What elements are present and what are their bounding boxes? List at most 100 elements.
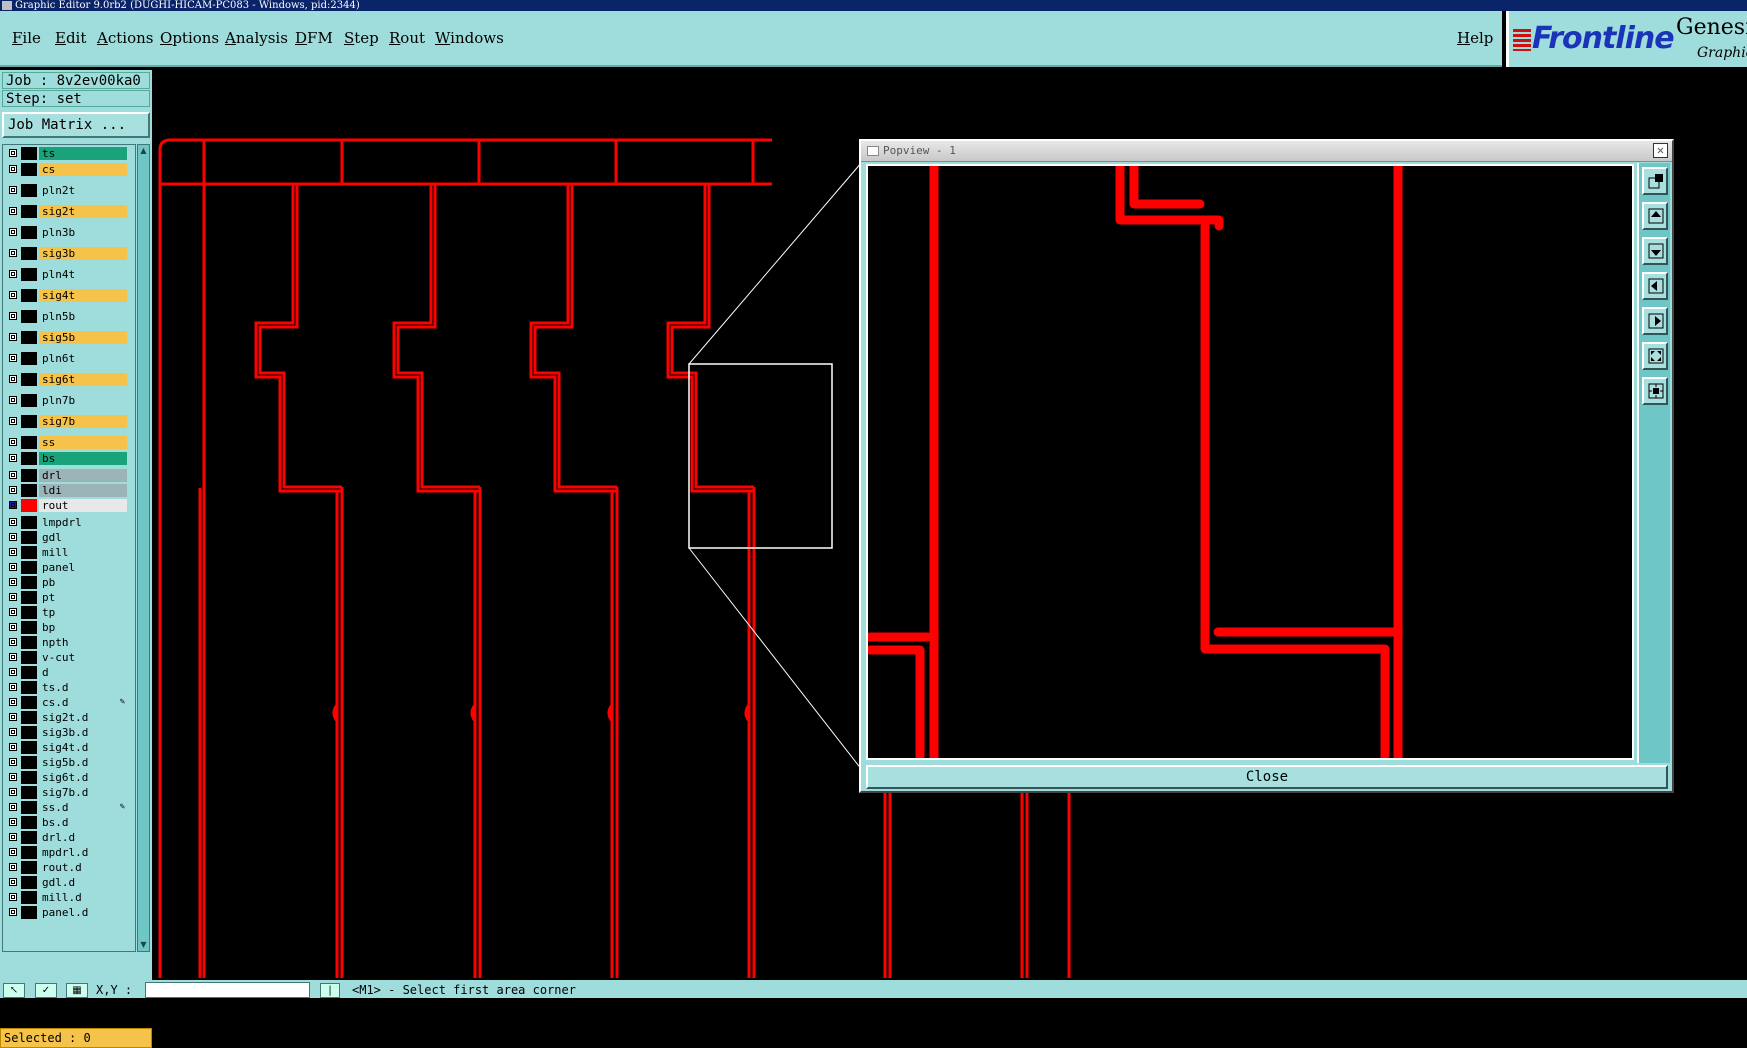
layer-name[interactable]: mill.d xyxy=(39,891,127,904)
layer-name[interactable]: d xyxy=(39,666,127,679)
layer-checkbox[interactable] xyxy=(9,486,17,494)
layer-color-swatch[interactable] xyxy=(21,711,37,724)
layer-name[interactable]: cs.d ✎ xyxy=(39,696,127,709)
layer-color-swatch[interactable] xyxy=(21,436,37,449)
layer-checkbox[interactable] xyxy=(9,249,17,257)
menu-analysis[interactable]: Analysis xyxy=(225,29,288,47)
layer-row-ldi[interactable]: ldi xyxy=(7,484,127,497)
layer-name[interactable]: sig7b.d xyxy=(39,786,127,799)
layer-name[interactable]: drl.d xyxy=(39,831,127,844)
layer-checkbox[interactable] xyxy=(9,186,17,194)
layer-name[interactable]: pln7b xyxy=(39,394,127,407)
layer-checkbox[interactable] xyxy=(9,833,17,841)
layer-color-swatch[interactable] xyxy=(21,756,37,769)
layer-name[interactable]: sig6t.d xyxy=(39,771,127,784)
layer-color-swatch[interactable] xyxy=(21,816,37,829)
layer-color-swatch[interactable] xyxy=(21,636,37,649)
layer-name[interactable]: npth xyxy=(39,636,127,649)
scroll-down-icon[interactable]: ▼ xyxy=(139,940,148,950)
layer-checkbox[interactable] xyxy=(9,788,17,796)
layer-row-bs[interactable]: bs xyxy=(7,452,127,465)
layer-color-swatch[interactable] xyxy=(21,771,37,784)
layer-color-swatch[interactable] xyxy=(21,606,37,619)
layer-row-pln7b[interactable]: pln7b xyxy=(7,394,127,407)
layer-color-swatch[interactable] xyxy=(21,546,37,559)
layer-name[interactable]: sig4t xyxy=(39,289,127,302)
cursor-mode-button[interactable]: | xyxy=(320,983,340,998)
layer-name[interactable]: sig7b xyxy=(39,415,127,428)
layer-row-v-cut[interactable]: v-cut xyxy=(7,651,127,664)
layer-name[interactable]: v-cut xyxy=(39,651,127,664)
layer-name[interactable]: rout.d xyxy=(39,861,127,874)
popview-close-button[interactable]: Close xyxy=(866,765,1668,789)
layer-checkbox[interactable] xyxy=(9,471,17,479)
layer-color-swatch[interactable] xyxy=(21,226,37,239)
layer-name[interactable]: bp xyxy=(39,621,127,634)
layer-checkbox[interactable] xyxy=(9,743,17,751)
layer-checkbox[interactable] xyxy=(9,533,17,541)
layer-row-sig5b.d[interactable]: sig5b.d xyxy=(7,756,127,769)
layer-checkbox[interactable] xyxy=(9,623,17,631)
layer-color-swatch[interactable] xyxy=(21,163,37,176)
layer-row-cs[interactable]: cs xyxy=(7,163,127,176)
layer-row-tp[interactable]: tp xyxy=(7,606,127,619)
layer-name[interactable]: ldi xyxy=(39,484,127,497)
layer-name[interactable]: ss.d ✎ xyxy=(39,801,127,814)
layer-color-swatch[interactable] xyxy=(21,310,37,323)
layer-color-swatch[interactable] xyxy=(21,205,37,218)
layer-name[interactable]: ss xyxy=(39,436,127,449)
layer-row-sig6t[interactable]: sig6t xyxy=(7,373,127,386)
popview-titlebar[interactable]: Popview - 1 ✕ xyxy=(861,141,1672,162)
layer-checkbox[interactable] xyxy=(9,578,17,586)
layer-row-pb[interactable]: pb xyxy=(7,576,127,589)
layer-name[interactable]: pln6t xyxy=(39,352,127,365)
layer-row-cs.d[interactable]: cs.d ✎ xyxy=(7,696,127,709)
layer-checkbox[interactable] xyxy=(9,396,17,404)
pan-left-button[interactable] xyxy=(1642,272,1668,300)
layer-color-swatch[interactable] xyxy=(21,906,37,919)
layer-row-panel.d[interactable]: panel.d xyxy=(7,906,127,919)
layer-name[interactable]: pb xyxy=(39,576,127,589)
layer-color-swatch[interactable] xyxy=(21,415,37,428)
layer-name[interactable]: mpdrl.d xyxy=(39,846,127,859)
layer-color-swatch[interactable] xyxy=(21,861,37,874)
layer-checkbox[interactable] xyxy=(9,638,17,646)
layer-color-swatch[interactable] xyxy=(21,373,37,386)
layer-checkbox[interactable] xyxy=(9,438,17,446)
layer-row-sig7b[interactable]: sig7b xyxy=(7,415,127,428)
layer-name[interactable]: sig5b xyxy=(39,331,127,344)
layer-scrollbar[interactable]: ▲ ▼ xyxy=(137,144,150,952)
layer-checkbox[interactable] xyxy=(9,908,17,916)
layer-name[interactable]: tp xyxy=(39,606,127,619)
layer-checkbox[interactable] xyxy=(9,165,17,173)
layer-name[interactable]: pln4t xyxy=(39,268,127,281)
layer-row-gdl.d[interactable]: gdl.d xyxy=(7,876,127,889)
layer-color-swatch[interactable] xyxy=(21,831,37,844)
grid-tool-button[interactable]: ▦ xyxy=(66,983,88,998)
layer-row-mill.d[interactable]: mill.d xyxy=(7,891,127,904)
job-matrix-button[interactable]: Job Matrix ... xyxy=(2,112,150,138)
layer-checkbox[interactable] xyxy=(9,698,17,706)
layer-name[interactable]: sig5b.d xyxy=(39,756,127,769)
layer-checkbox[interactable] xyxy=(9,228,17,236)
layer-color-swatch[interactable] xyxy=(21,786,37,799)
layer-checkbox[interactable] xyxy=(9,878,17,886)
layer-row-bp[interactable]: bp xyxy=(7,621,127,634)
layer-checkbox[interactable] xyxy=(9,593,17,601)
zoom-home-button[interactable] xyxy=(1642,342,1668,370)
layer-color-swatch[interactable] xyxy=(21,621,37,634)
layer-color-swatch[interactable] xyxy=(21,289,37,302)
layer-row-rout.d[interactable]: rout.d xyxy=(7,861,127,874)
pan-right-button[interactable] xyxy=(1642,307,1668,335)
layer-color-swatch[interactable] xyxy=(21,576,37,589)
layer-row-ss[interactable]: ss xyxy=(7,436,127,449)
xy-input[interactable] xyxy=(145,982,310,998)
layer-checkbox[interactable] xyxy=(9,713,17,721)
layer-row-drl[interactable]: drl xyxy=(7,469,127,482)
layer-checkbox[interactable] xyxy=(9,728,17,736)
layer-row-pt[interactable]: pt xyxy=(7,591,127,604)
layer-row-pln6t[interactable]: pln6t xyxy=(7,352,127,365)
layer-row-sig7b.d[interactable]: sig7b.d xyxy=(7,786,127,799)
layer-checkbox[interactable] xyxy=(9,563,17,571)
layer-row-npth[interactable]: npth xyxy=(7,636,127,649)
